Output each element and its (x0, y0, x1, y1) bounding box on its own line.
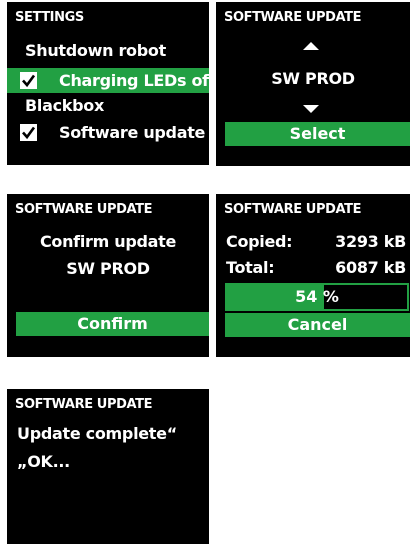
menu-item-label: Blackbox (25, 96, 104, 115)
screen-header: SOFTWARE UPDATE (15, 397, 153, 412)
menu-item-label: Charging LEDs off (59, 71, 209, 90)
copied-label: Copied: (226, 232, 293, 251)
menu-item-software-update[interactable]: Software update (7, 120, 209, 145)
update-progress-screen: SOFTWARE UPDATE Copied: 3293 kB Total: 6… (216, 194, 410, 357)
settings-screen: SETTINGS Shutdown robot Charging LEDs of… (7, 2, 209, 165)
screen-header: SOFTWARE UPDATE (224, 10, 362, 25)
confirm-software-name: SW PROD (66, 259, 150, 278)
confirm-button[interactable]: Confirm (16, 312, 209, 336)
progress-bar: 54 % (225, 283, 409, 311)
percent-sign: % (322, 287, 339, 306)
copied-value: 3293 kB (335, 232, 406, 251)
complete-message: Update complete“ (17, 424, 177, 443)
confirm-update-screen: SOFTWARE UPDATE Confirm update SW PROD C… (7, 194, 209, 357)
progress-percent-text: 54 % (227, 285, 407, 309)
menu-item-label: Shutdown robot (25, 41, 166, 60)
cancel-button[interactable]: Cancel (225, 313, 410, 337)
screen-header: SOFTWARE UPDATE (224, 202, 362, 217)
total-value: 6087 kB (335, 258, 406, 277)
checkbox-checked-icon[interactable] (20, 124, 37, 141)
confirm-message: Confirm update (39, 232, 177, 251)
selected-software-value: SW PROD (271, 69, 355, 88)
menu-item-charging-leds-off[interactable]: Charging LEDs off (7, 68, 209, 93)
checkbox-checked-icon[interactable] (20, 72, 37, 89)
triangle-down-icon[interactable] (303, 105, 319, 113)
software-select-screen: SOFTWARE UPDATE SW PROD Select (216, 2, 410, 166)
menu-item-label: Software update (59, 123, 206, 142)
triangle-up-icon[interactable] (303, 42, 319, 50)
progress-percent: 54 (295, 287, 318, 306)
menu-item-shutdown-robot[interactable]: Shutdown robot (7, 38, 209, 63)
complete-ok: „OK... (17, 452, 70, 471)
menu-item-blackbox[interactable]: Blackbox (7, 93, 209, 118)
screen-header: SETTINGS (15, 10, 84, 25)
update-complete-screen: SOFTWARE UPDATE Update complete“ „OK... (7, 389, 209, 544)
screen-header: SOFTWARE UPDATE (15, 202, 153, 217)
total-label: Total: (226, 258, 275, 277)
select-button[interactable]: Select (225, 122, 410, 146)
